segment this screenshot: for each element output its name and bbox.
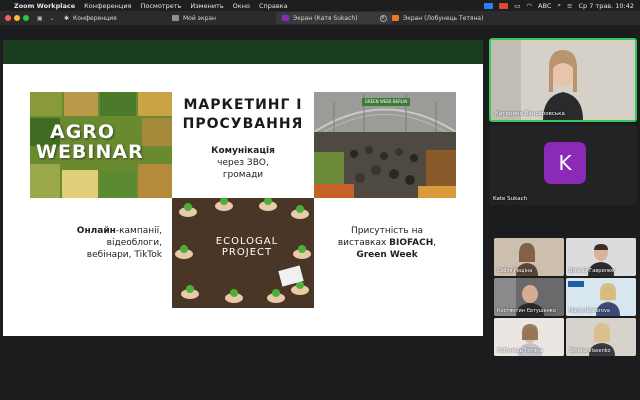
zoom-window-button[interactable] [23,15,29,21]
battery-icon[interactable]: ▭ [514,2,520,10]
search-icon[interactable]: ⌕ [557,1,561,10]
wifi-icon[interactable]: ◠ [526,2,532,10]
close-window-button[interactable] [5,15,11,21]
tab-conference[interactable]: ✱ Конференция [58,12,123,24]
communication-bold: Комунікація [211,146,275,156]
input-language[interactable]: ABC [538,2,551,10]
exhibitions-text: Присутність на виставках BIOFACH, Green … [322,225,452,261]
speaker-video [491,40,635,120]
exhibitions-line-1: Присутність на [351,226,423,236]
online-campaigns-text: Онлайн-кампанії, відеоблоги, вебінари, T… [40,225,162,261]
avatar: K [544,142,586,184]
participant-name: Софія Рещіна [497,268,533,274]
participant-tile[interactable]: Лобунець Тетяна [494,318,564,356]
participant-name: Kate Sukach [493,196,528,202]
participant-name: Лобунець Тетяна [497,348,543,354]
online-line-1: -кампанії, [115,226,162,236]
menu-app-name[interactable]: Zoom Workplace [14,2,75,10]
participant-name: Marja Nesterova [569,308,610,314]
gear-icon: ✱ [64,14,70,22]
exhibitions-line-2a: виставках [337,238,390,248]
agro-webinar-title: AGRO WEBINAR [36,122,144,162]
exhibitions-line-2c: , [433,238,437,248]
participant-tile[interactable]: Віталій Гаврилюк [566,238,636,276]
communication-line-2: через ЗВО, [217,158,269,168]
online-bold: Онлайн [76,226,116,236]
online-line-3: вебінари, TikTok [86,250,162,260]
tab-controls: ▣ ⌄ [37,15,55,22]
communication-line-3: громади [222,170,264,180]
clock[interactable]: Ср 7 трав. 10:42 [578,2,634,10]
tab-my-screen[interactable]: Мой экран [166,12,222,24]
ecological-project-title: ECOLOGAL PROJECT [212,236,282,258]
participant-tile[interactable]: Софія Рещіна [494,238,564,276]
macos-menubar: Zoom Workplace Конференция Посмотреть Из… [0,0,640,11]
title-line-1: МАРКЕТИНГ І [183,97,303,113]
window-controls [5,15,29,21]
participant-name: Костянтин Євтушенко [497,308,556,314]
menu-item-window[interactable]: Окно [233,2,250,10]
zoom-tabbar: ▣ ⌄ ✱ Конференция Мой экран Экран (Катя … [0,11,640,25]
menu-item-edit[interactable]: Изменить [190,2,223,10]
eco-title-line-2: PROJECT [221,247,273,258]
tab-label: Конференция [73,14,117,22]
participant-name: Катерина Вансаровська [495,111,565,117]
layout-icon[interactable]: ▣ [37,15,43,22]
market-sign: GREEN WEEK BERLIN [364,99,408,104]
chevron-down-icon[interactable]: ⌄ [50,15,55,22]
agro-line-1: AGRO [50,121,116,143]
slide-title: МАРКЕТИНГ І ПРОСУВАННЯ [172,96,314,134]
screen-icon [282,15,289,21]
screen-icon [392,15,399,21]
recording-icon[interactable] [499,2,509,9]
tab-screen-lobunets[interactable]: Экран (Лобунець Тетяна) [386,12,489,24]
zoom-status-icon[interactable] [484,2,494,9]
tab-label: Мой экран [183,14,216,22]
status-area: ▭ ◠ ABC ⌕ ≡ Ср 7 трав. 10:42 [484,1,640,10]
screen-icon [172,15,179,21]
eco-title-line-1: ECOLOGAL [215,236,279,247]
participant-name: Tetiana vlasenko [569,348,611,354]
agro-line-2: WEBINAR [36,141,144,163]
tab-screen-kate[interactable]: Экран (Катя Sukach) × [276,12,393,24]
menu-item-view[interactable]: Посмотреть [140,2,181,10]
participant-tile[interactable]: Tetiana vlasenko [566,318,636,356]
tab-label: Экран (Лобунець Тетяна) [403,14,484,22]
minimize-window-button[interactable] [14,15,20,21]
green-week-bold: Green Week [356,250,418,260]
menu-item-conference[interactable]: Конференция [84,2,131,10]
tab-label: Экран (Катя Sukach) [293,14,358,22]
menu-item-help[interactable]: Справка [259,2,288,10]
participant-tile[interactable]: Костянтин Євтушенко [494,278,564,316]
participant-tile[interactable]: Marja Nesterova [566,278,636,316]
title-line-2: ПРОСУВАННЯ [182,116,304,132]
active-speaker-tile[interactable]: Катерина Вансаровська [489,38,637,122]
participant-name: Віталій Гаврилюк [569,268,616,274]
online-line-2: відеоблоги, [106,238,162,248]
control-center-icon[interactable]: ≡ [567,2,572,10]
communication-text: Комунікація через ЗВО, громади [172,145,314,181]
biofach-bold: BIOFACH [389,238,434,248]
green-week-photo: GREEN WEEK BERLIN [314,92,456,198]
market-hall-graphic [314,92,456,198]
